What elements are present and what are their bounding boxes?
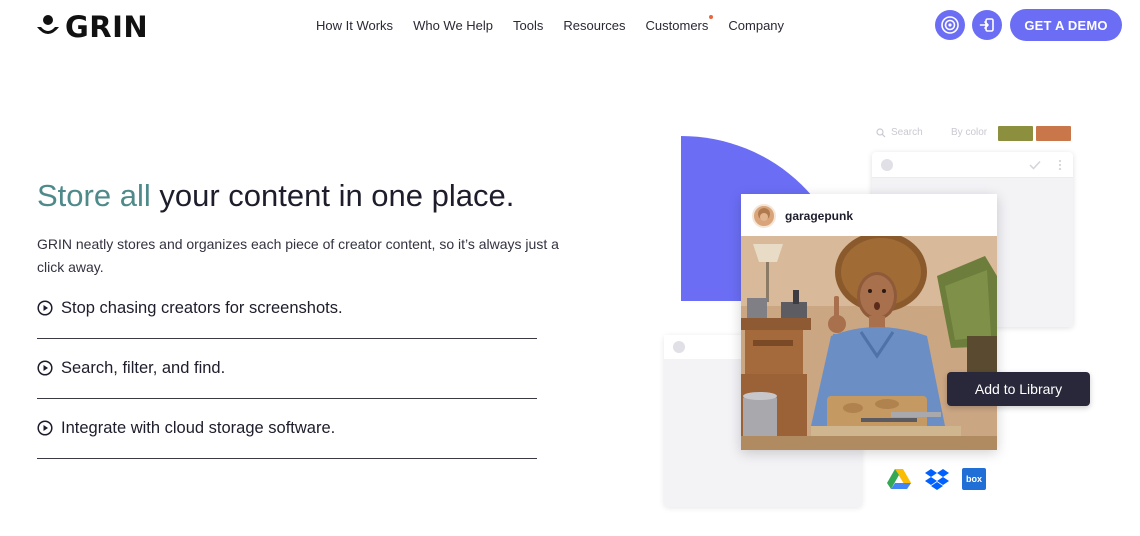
color-swatch-orange: [1036, 126, 1071, 141]
add-to-library-button[interactable]: Add to Library: [947, 372, 1090, 406]
panel-dot: [881, 159, 893, 171]
panel-dot: [673, 341, 685, 353]
site-header: GRIN How It Works Who We Help Tools Reso…: [0, 0, 1140, 52]
creator-photo-illustration: [741, 236, 997, 450]
hero-title-rest: your content in one place.: [150, 178, 515, 213]
color-filter-label: By color: [951, 127, 988, 138]
google-drive-icon[interactable]: [887, 468, 911, 490]
creator-username: garagepunk: [785, 209, 854, 223]
nav-item-who-we-help[interactable]: Who We Help: [413, 18, 493, 33]
more-vertical-icon: [1058, 159, 1062, 171]
main-nav: How It Works Who We Help Tools Resources…: [316, 15, 804, 33]
feature-item-search[interactable]: Search, filter, and find.: [37, 359, 537, 399]
nav-item-resources[interactable]: Resources: [563, 18, 625, 33]
search-placeholder: Search: [891, 127, 923, 138]
panel-toolbar: [872, 152, 1073, 178]
nav-item-customers[interactable]: Customers: [645, 15, 714, 33]
nav-item-how-it-works[interactable]: How It Works: [316, 18, 393, 33]
feature-item-screenshots[interactable]: Stop chasing creators for screenshots.: [37, 299, 537, 339]
podcast-button[interactable]: [935, 10, 965, 40]
play-circle-icon: [37, 300, 53, 316]
creator-avatar: [752, 204, 776, 228]
feature-label: Stop chasing creators for screenshots.: [61, 299, 343, 317]
play-circle-icon: [37, 420, 53, 436]
feature-label: Search, filter, and find.: [61, 359, 226, 377]
search-icon: [876, 127, 886, 137]
smile-logo-icon: [37, 15, 59, 34]
box-icon[interactable]: box: [962, 468, 986, 490]
podcast-icon: [941, 16, 959, 34]
hero-title: Store all your content in one place.: [37, 178, 514, 214]
creator-photo: [741, 236, 997, 450]
nav-item-company[interactable]: Company: [728, 18, 784, 33]
color-swatch-olive: [998, 126, 1033, 141]
post-header: garagepunk: [741, 194, 997, 236]
dropbox-icon[interactable]: [925, 468, 949, 490]
get-demo-button[interactable]: GET A DEMO: [1010, 9, 1122, 41]
feature-item-integrate[interactable]: Integrate with cloud storage software.: [37, 419, 537, 459]
login-icon: [979, 18, 994, 32]
box-logo-text: box: [965, 474, 982, 484]
nav-item-tools[interactable]: Tools: [513, 18, 543, 33]
nav-item-customers-label: Customers: [645, 18, 709, 33]
library-search: Search: [876, 127, 923, 138]
check-icon: [1029, 160, 1041, 170]
feature-label: Integrate with cloud storage software.: [61, 419, 336, 437]
new-badge-dot: [709, 15, 714, 19]
login-button[interactable]: [972, 10, 1002, 40]
brand-name: GRIN: [65, 10, 149, 44]
play-circle-icon: [37, 360, 53, 376]
hero-description: GRIN neatly stores and organizes each pi…: [37, 236, 559, 275]
content-post-card[interactable]: garagepunk: [741, 194, 997, 450]
hero-title-accent: Store all: [37, 178, 151, 213]
avatar-face-icon: [758, 208, 770, 221]
grin-logo[interactable]: GRIN: [36, 10, 148, 44]
